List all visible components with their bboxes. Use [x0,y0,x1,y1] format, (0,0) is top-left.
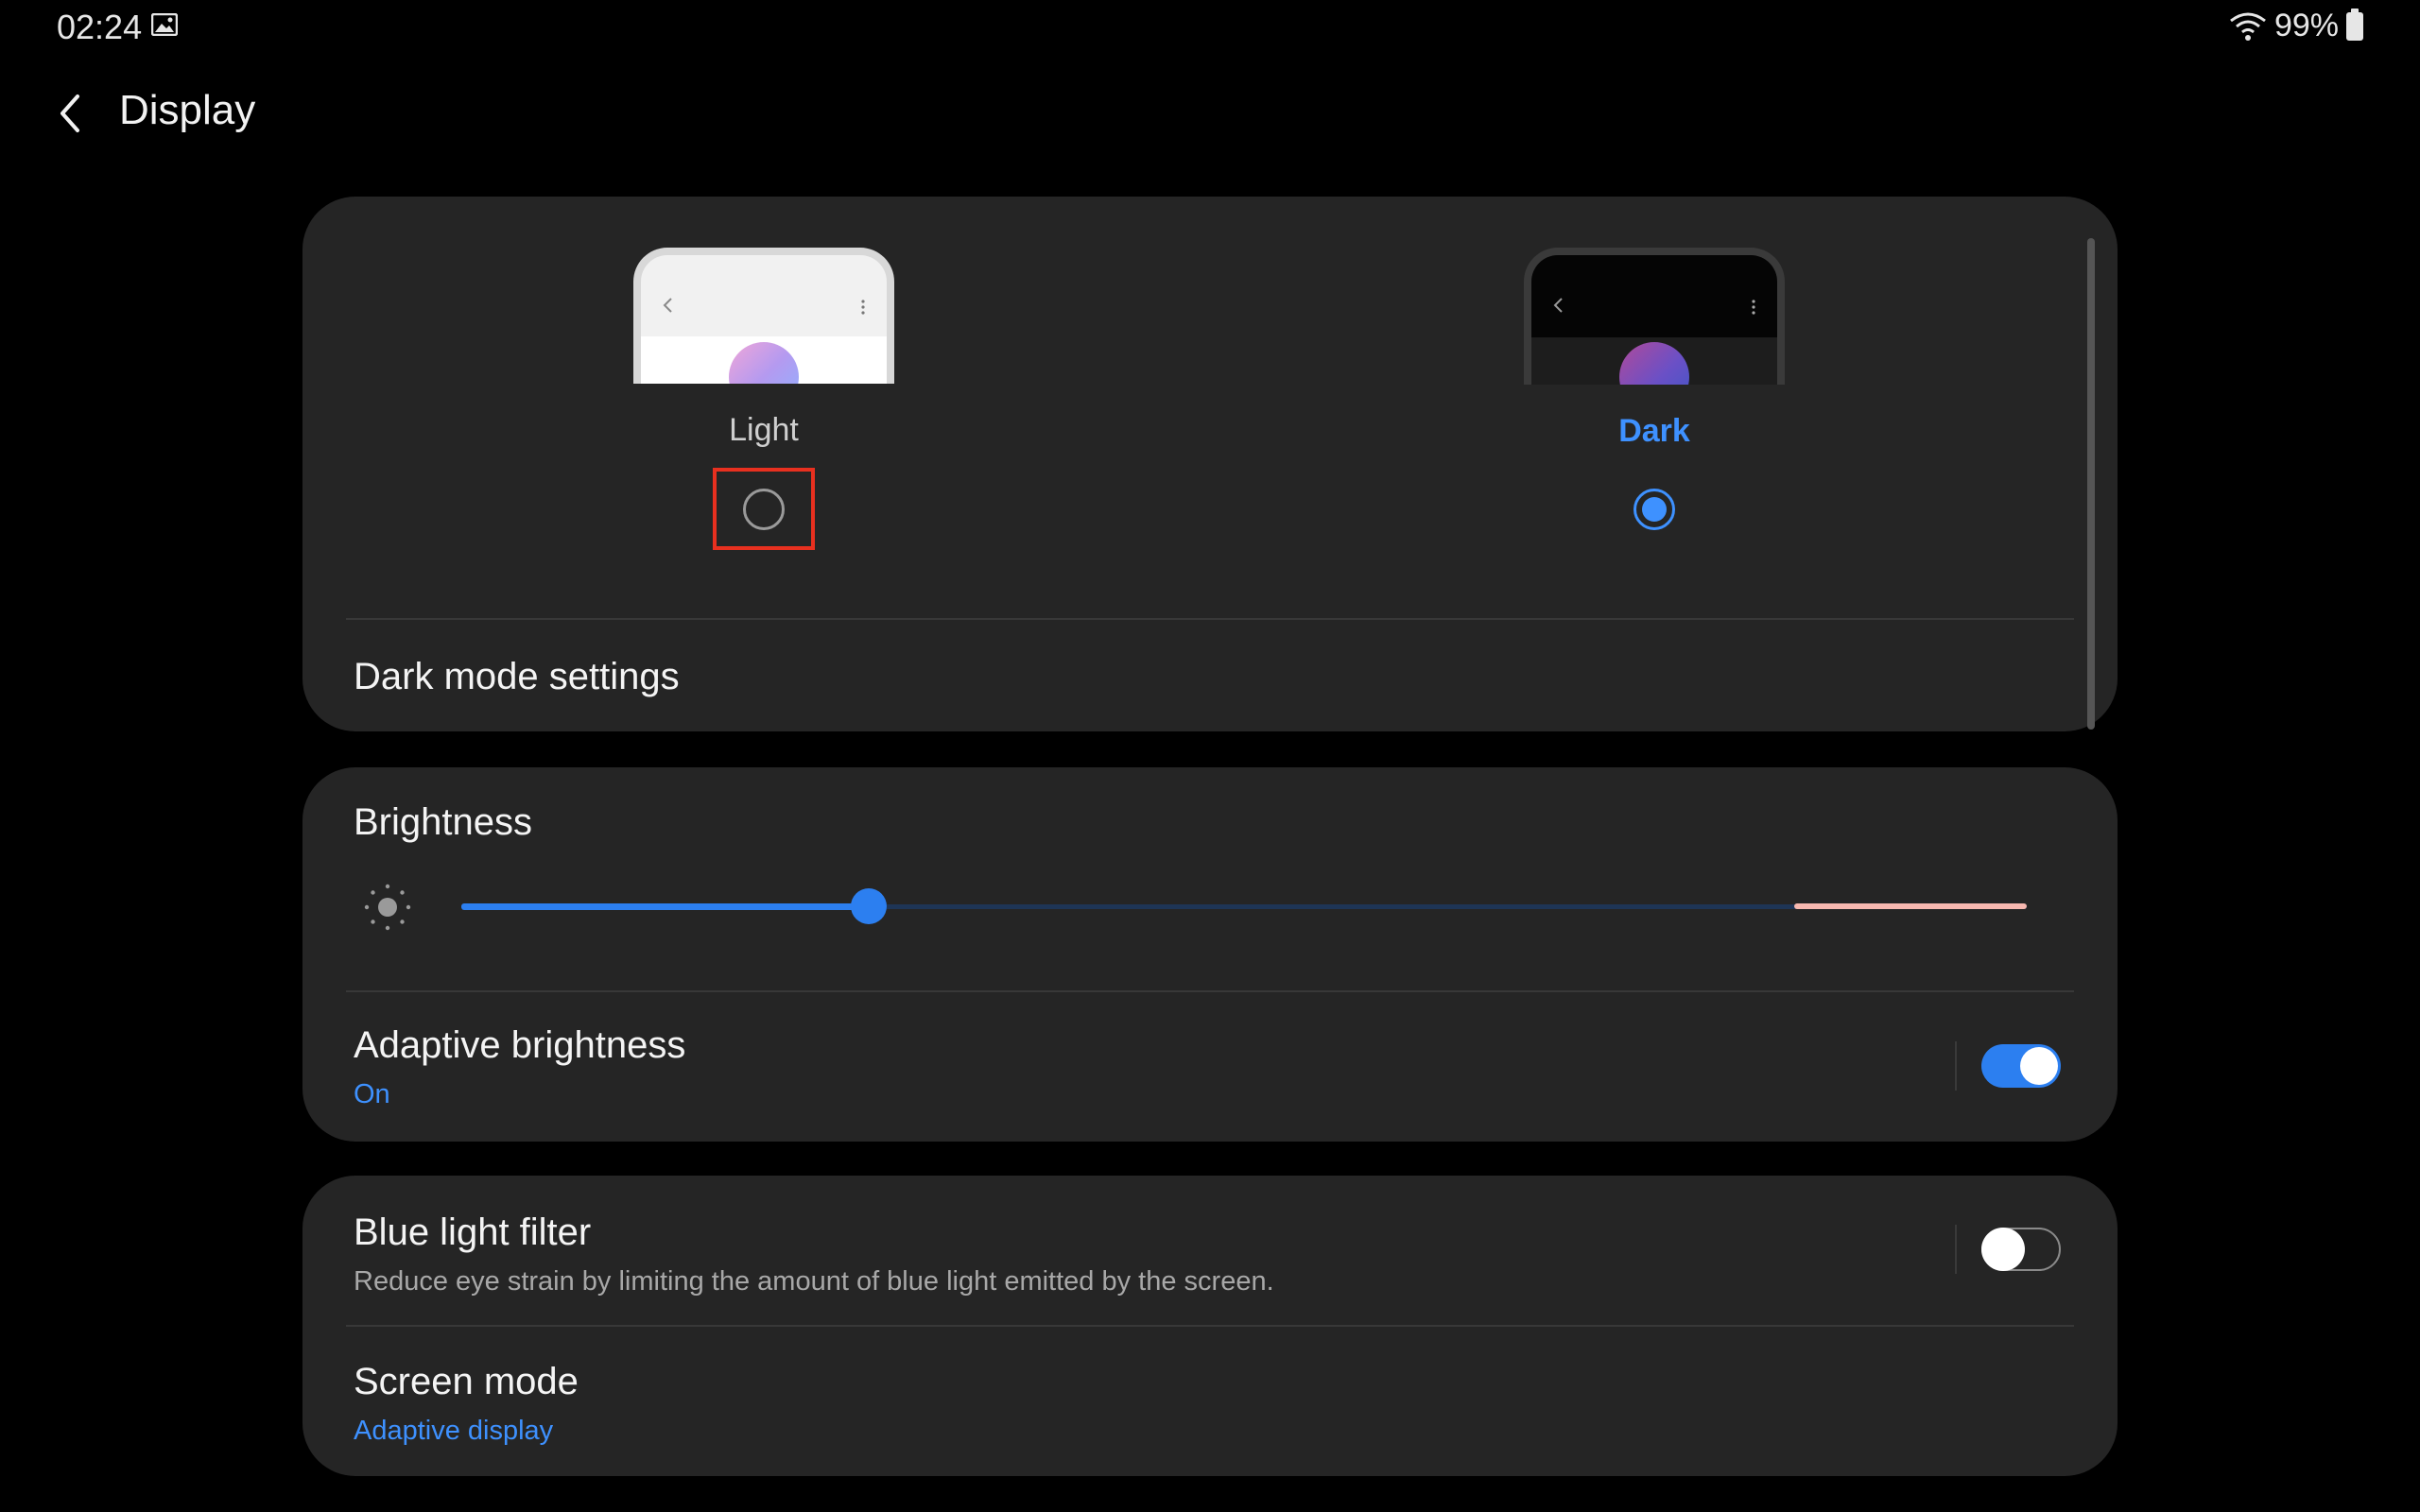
blue-light-filter-toggle[interactable] [1981,1228,2061,1271]
brightness-card: Brightness Adaptive brightness On [302,767,2118,1142]
scrollbar[interactable] [2087,238,2095,730]
battery-icon [2346,8,2363,41]
vertical-separator [1955,1225,1957,1274]
chevron-left-icon [60,94,79,132]
status-bar: 02:24 99% [0,0,2420,53]
sun-icon [364,884,411,931]
back-button[interactable] [42,85,98,142]
toggle-knob [1981,1228,2025,1271]
screen-mode-value: Adaptive display [354,1416,554,1446]
status-time: 02:24 [57,8,143,46]
slider-thumb[interactable] [850,888,887,924]
light-radio-button[interactable] [743,488,785,530]
blue-light-filter-description: Reduce eye strain by limiting the amount… [354,1266,1274,1297]
status-right: 99% [2229,8,2363,44]
blue-light-filter-title[interactable]: Blue light filter [354,1211,591,1254]
vertical-separator [1955,1041,1957,1091]
display-options-card: Blue light filter Reduce eye strain by l… [302,1176,2118,1476]
dark-radio-wrap [1603,469,1705,550]
dark-theme-preview[interactable] [1524,248,1785,386]
screen-mode-title[interactable]: Screen mode [354,1361,579,1403]
wifi-icon [2230,12,2266,41]
page-title: Display [119,87,256,133]
slider-fill [461,903,869,910]
preview-more-icon [1752,300,1755,315]
brightness-slider[interactable] [461,888,2027,924]
adaptive-brightness-title[interactable]: Adaptive brightness [354,1024,685,1067]
divider [346,618,2074,620]
theme-option-dark[interactable]: Dark [1512,248,1796,550]
image-icon [151,13,178,36]
divider [346,990,2074,992]
dark-mode-settings-item[interactable]: Dark mode settings [354,656,680,698]
preview-back-icon [663,298,672,313]
adaptive-brightness-toggle[interactable] [1981,1044,2061,1088]
app-header: Display [0,76,2420,151]
brightness-title: Brightness [354,801,532,843]
adaptive-brightness-status: On [354,1079,390,1109]
light-radio-highlight [713,468,815,550]
dark-label: Dark [1618,413,1690,450]
light-label: Light [729,412,799,449]
divider [346,1325,2074,1327]
light-theme-preview[interactable] [633,248,894,385]
preview-more-icon [861,300,865,315]
toggle-knob [2020,1047,2058,1085]
theme-card: Light Dark Dark mode settings [302,197,2118,731]
slider-high-range [1794,903,2027,909]
dark-radio-button[interactable] [1634,489,1675,531]
theme-option-light[interactable]: Light [622,248,906,550]
battery-percent: 99% [2273,8,2339,43]
preview-back-icon [1553,298,1563,313]
